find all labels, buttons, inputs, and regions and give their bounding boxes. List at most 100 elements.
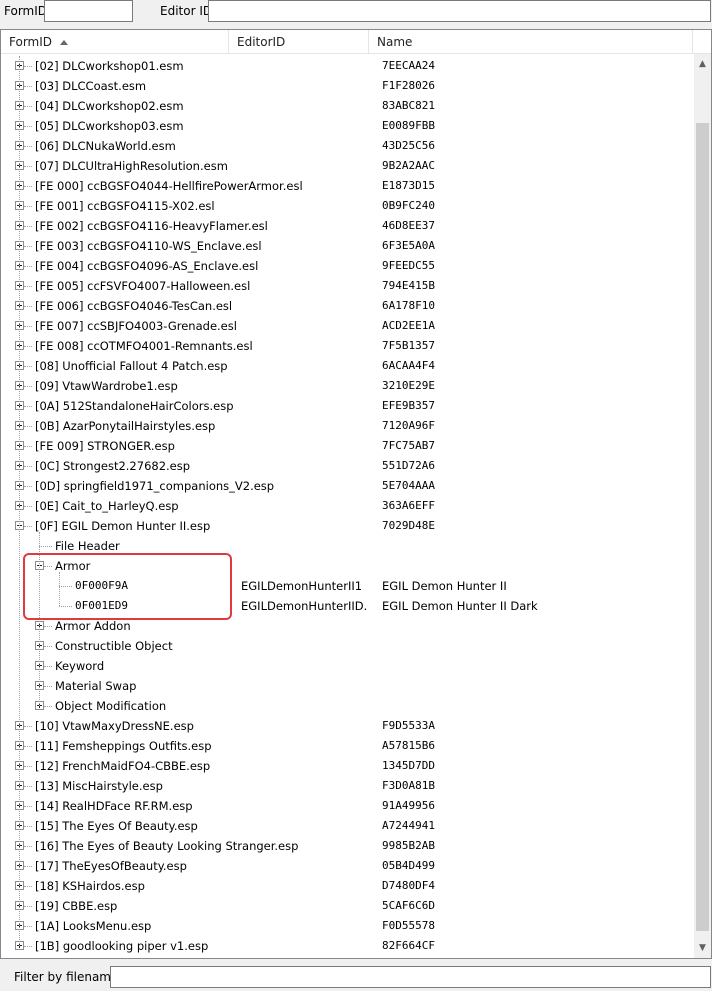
formid-cell: Material Swap — [55, 679, 137, 693]
vertical-scrollbar[interactable]: ▲ ▼ — [694, 54, 711, 958]
name-cell: F0D55578 — [382, 919, 435, 932]
name-cell: 46D8EE37 — [382, 219, 435, 232]
records-tree[interactable]: FormID EditorID Name [02] DLCworkshop01.… — [0, 29, 712, 959]
plugin-row[interactable]: [12] FrenchMaidFO4-CBBE.esp 1345D7DD — [1, 756, 693, 776]
plugin-row[interactable]: [1B] goodlooking piper v1.esp 82F664CF — [1, 936, 693, 956]
plugin-row[interactable]: [FE 004] ccBGSFO4096-AS_Enclave.esl 9FEED… — [1, 256, 693, 276]
group-row[interactable]: Material Swap — [1, 676, 693, 696]
formid-cell: [13] MiscHairstyle.esp — [35, 779, 163, 793]
formid-cell: [14] RealHDFace RF.RM.esp — [35, 799, 193, 813]
column-header-formid[interactable]: FormID — [1, 30, 229, 54]
name-cell: 82F664CF — [382, 939, 435, 952]
name-cell: 1345D7DD — [382, 759, 435, 772]
tree-connector-line — [24, 946, 32, 947]
tree-connector-line — [24, 286, 32, 287]
tree-connector-line — [24, 746, 32, 747]
tree-connector-line — [24, 526, 32, 527]
plugin-row[interactable]: [19] CBBE.esp 5CAF6C6D — [1, 896, 693, 916]
formid-cell: [19] CBBE.esp — [35, 899, 118, 913]
tree-connector-line — [24, 86, 32, 87]
tree-connector-line — [24, 426, 32, 427]
formid-cell: [0E] Cait_to_HarleyQ.esp — [35, 499, 179, 513]
name-cell: D7480DF4 — [382, 879, 435, 892]
name-cell: 6F3E5A0A — [382, 239, 435, 252]
formid-cell: Object Modification — [55, 699, 167, 713]
formid-cell: [1B] goodlooking piper v1.esp — [35, 939, 209, 953]
plugin-row[interactable]: [0D] springfield1971_companions_V2.esp 5E… — [1, 476, 693, 496]
plugin-row[interactable]: [03] DLCCoast.esm F1F28026 — [1, 76, 693, 96]
name-cell: EGIL Demon Hunter II — [382, 579, 507, 593]
group-row[interactable]: Object Modification — [1, 696, 693, 716]
plugin-row[interactable]: [18] KSHairdos.esp D7480DF4 — [1, 876, 693, 896]
formid-cell: [09] VtawWardrobe1.esp — [35, 379, 178, 393]
plugin-row[interactable]: [05] DLCworkshop03.esm E0089FBB — [1, 116, 693, 136]
tree-connector-line — [24, 786, 32, 787]
formid-cell: Armor Addon — [55, 619, 131, 633]
name-cell: 7120A96F — [382, 419, 435, 432]
plugin-row[interactable]: [FE 002] ccBGSFO4116-HeavyFlamer.esl 46D8… — [1, 216, 693, 236]
name-cell: 6A178F10 — [382, 299, 435, 312]
plugin-row[interactable]: [04] DLCworkshop02.esm 83ABC821 — [1, 96, 693, 116]
plugin-row[interactable]: [1A] LooksMenu.esp F0D55578 — [1, 916, 693, 936]
plugin-row[interactable]: [FE 006] ccBGSFO4046-TesCan.esl 6A178F10 — [1, 296, 693, 316]
plugin-row[interactable]: [0B] AzarPonytailHairstyles.esp 7120A96F — [1, 416, 693, 436]
plugin-row[interactable]: [17] TheEyesOfBeauty.esp 05B4D499 — [1, 856, 693, 876]
name-cell: 9FEEDC55 — [382, 259, 435, 272]
formid-cell: [0B] AzarPonytailHairstyles.esp — [35, 419, 216, 433]
tree-connector-line — [24, 466, 32, 467]
plugin-row[interactable]: [09] VtawWardrobe1.esp 3210E29E — [1, 376, 693, 396]
plugin-row[interactable]: [06] DLCNukaWorld.esm 43D25C56 — [1, 136, 693, 156]
scroll-down-arrow-icon[interactable]: ▼ — [694, 940, 711, 957]
formid-cell: [16] The Eyes of Beauty Looking Stranger… — [35, 839, 299, 853]
column-header-editorid[interactable]: EditorID — [229, 30, 369, 54]
plugin-row[interactable]: [14] RealHDFace RF.RM.esp 91A49956 — [1, 796, 693, 816]
tree-connector-line — [39, 546, 52, 547]
column-header-spacer — [693, 30, 711, 54]
name-cell: 363A6EFF — [382, 499, 435, 512]
formid-cell: [04] DLCworkshop02.esm — [35, 99, 184, 113]
plugin-row[interactable]: [0E] Cait_to_HarleyQ.esp 363A6EFF — [1, 496, 693, 516]
column-header-name[interactable]: Name — [369, 30, 693, 54]
editorid-filter-input[interactable] — [208, 0, 711, 22]
formid-cell: [18] KSHairdos.esp — [35, 879, 145, 893]
formid-filter-input[interactable] — [44, 0, 133, 22]
scroll-up-arrow-icon[interactable]: ▲ — [694, 56, 711, 73]
formid-cell: [FE 004] ccBGSFO4096-AS_Enclave.esl — [35, 259, 259, 273]
tree-connector-line — [24, 366, 32, 367]
formid-cell: [03] DLCCoast.esm — [35, 79, 147, 93]
plugin-row[interactable]: [0A] 512StandaloneHairColors.esp EFE9B357 — [1, 396, 693, 416]
tree-connector-line — [24, 346, 32, 347]
plugin-row[interactable]: [08] Unofficial Fallout 4 Patch.esp 6ACAA… — [1, 356, 693, 376]
plugin-row[interactable]: [15] The Eyes Of Beauty.esp A7244941 — [1, 816, 693, 836]
tree-connector-line — [19, 56, 20, 946]
group-row[interactable]: Keyword — [1, 656, 693, 676]
tree-connector-line — [24, 186, 32, 187]
plugin-row[interactable]: [13] MiscHairstyle.esp F3D0A81B — [1, 776, 693, 796]
tree-connector-line — [24, 66, 32, 67]
plugin-row[interactable]: [FE 000] ccBGSFO4044-HellfirePowerArmor.… — [1, 176, 693, 196]
plugin-row[interactable]: [0F] EGIL Demon Hunter II.esp 7029D48E — [1, 516, 693, 536]
plugin-row[interactable]: [FE 001] ccBGSFO4115-X02.esl 0B9FC240 — [1, 196, 693, 216]
plugin-row[interactable]: [FE 005] ccFSVFO4007-Halloween.esl 794E41… — [1, 276, 693, 296]
filename-filter-input[interactable] — [110, 966, 711, 988]
plugin-row[interactable]: [FE 009] STRONGER.esp 7FC75AB7 — [1, 436, 693, 456]
tree-connector-line — [44, 686, 52, 687]
plugin-row[interactable]: [FE 008] ccOTMFO4001-Remnants.esl 7F5B135… — [1, 336, 693, 356]
plugin-row[interactable]: [02] DLCworkshop01.esm 7EECAA24 — [1, 56, 693, 76]
formid-cell: File Header — [55, 539, 120, 553]
plugin-row[interactable]: [FE 007] ccSBJFO4003-Grenade.esl ACD2EE1A — [1, 316, 693, 336]
plugin-row[interactable]: [07] DLCUltraHighResolution.esm 9B2A2AAC — [1, 156, 693, 176]
formid-cell: [0D] springfield1971_companions_V2.esp — [35, 479, 275, 493]
name-cell: E1873D15 — [382, 179, 435, 192]
plugin-row[interactable]: [0C] Strongest2.27682.esp 551D72A6 — [1, 456, 693, 476]
group-row[interactable]: Constructible Object — [1, 636, 693, 656]
plugin-row[interactable]: [10] VtawMaxyDressNE.esp F9D5533A — [1, 716, 693, 736]
tree-connector-line — [24, 166, 32, 167]
scroll-thumb[interactable] — [696, 123, 709, 931]
plugin-row[interactable]: [11] Femsheppings Outfits.esp A57815B6 — [1, 736, 693, 756]
plugin-row[interactable]: [16] The Eyes of Beauty Looking Stranger… — [1, 836, 693, 856]
formid-cell: [08] Unofficial Fallout 4 Patch.esp — [35, 359, 228, 373]
tree-connector-line — [24, 406, 32, 407]
tree-connector-line — [44, 706, 52, 707]
plugin-row[interactable]: [FE 003] ccBGSFO4110-WS_Enclave.esl 6F3E5… — [1, 236, 693, 256]
